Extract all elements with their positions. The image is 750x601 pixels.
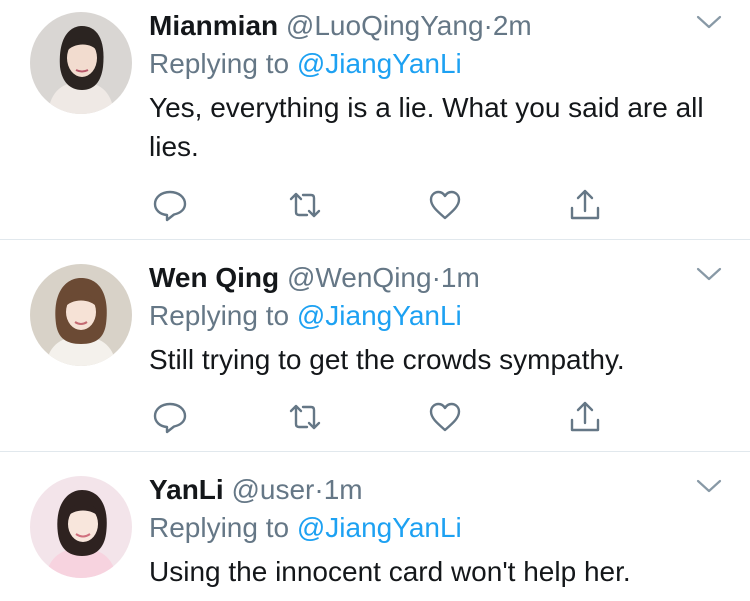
separator-dot: · <box>431 262 441 293</box>
retweet-icon[interactable] <box>285 185 325 225</box>
tweet-header: YanLi @user·1m <box>149 472 730 508</box>
heart-icon[interactable] <box>425 185 465 225</box>
chevron-down-icon[interactable] <box>696 14 722 35</box>
reply-mention-link[interactable]: @JiangYanLi <box>297 48 462 79</box>
tweet-header: Mianmian @LuoQingYang·2m <box>149 8 730 44</box>
tweet-2[interactable]: Wen Qing @WenQing·1m Replying to @JiangY… <box>0 240 750 452</box>
display-name[interactable]: Mianmian <box>149 10 278 41</box>
heart-icon[interactable] <box>425 397 465 437</box>
tweet-text: Using the innocent card won't help her. <box>149 556 631 587</box>
tweet-actions <box>150 397 610 437</box>
avatar[interactable] <box>30 12 132 114</box>
tweet-actions <box>150 185 610 225</box>
separator-dot: · <box>483 10 493 41</box>
reply-mention-link[interactable]: @JiangYanLi <box>297 512 462 543</box>
tweet-content: Wen Qing @WenQing·1m Replying to @JiangY… <box>149 260 730 379</box>
tweet-content: Mianmian @LuoQingYang·2m Replying to @Ji… <box>149 8 730 166</box>
chevron-down-icon[interactable] <box>696 478 722 499</box>
reply-icon[interactable] <box>150 397 190 437</box>
user-handle[interactable]: @user <box>231 474 314 505</box>
tweet-text: Still trying to get the crowds sympathy. <box>149 344 625 375</box>
replying-to-label: Replying to <box>149 300 290 331</box>
tweet-text: Yes, everything is a lie. What you said … <box>149 92 704 162</box>
chevron-down-icon[interactable] <box>696 266 722 287</box>
replying-to-label: Replying to <box>149 512 290 543</box>
share-icon[interactable] <box>565 397 605 437</box>
display-name[interactable]: YanLi <box>149 474 224 505</box>
timestamp[interactable]: 2m <box>493 10 532 41</box>
reply-mention-link[interactable]: @JiangYanLi <box>297 300 462 331</box>
avatar[interactable] <box>30 264 132 366</box>
retweet-icon[interactable] <box>285 397 325 437</box>
replying-to: Replying to @JiangYanLi <box>149 298 730 334</box>
tweet-1[interactable]: Mianmian @LuoQingYang·2m Replying to @Ji… <box>0 0 750 240</box>
tweet-3[interactable]: YanLi @user·1m Replying to @JiangYanLi U… <box>0 452 750 601</box>
timestamp[interactable]: 1m <box>324 474 363 505</box>
tweet-header: Wen Qing @WenQing·1m <box>149 260 730 296</box>
replying-to: Replying to @JiangYanLi <box>149 46 730 82</box>
user-handle[interactable]: @LuoQingYang <box>286 10 484 41</box>
reply-icon[interactable] <box>150 185 190 225</box>
replying-to-label: Replying to <box>149 48 290 79</box>
avatar[interactable] <box>30 476 132 578</box>
display-name[interactable]: Wen Qing <box>149 262 279 293</box>
user-handle[interactable]: @WenQing <box>287 262 432 293</box>
timestamp[interactable]: 1m <box>441 262 480 293</box>
replying-to: Replying to @JiangYanLi <box>149 510 730 546</box>
share-icon[interactable] <box>565 185 605 225</box>
tweet-content: YanLi @user·1m Replying to @JiangYanLi U… <box>149 472 730 591</box>
separator-dot: · <box>314 474 324 505</box>
